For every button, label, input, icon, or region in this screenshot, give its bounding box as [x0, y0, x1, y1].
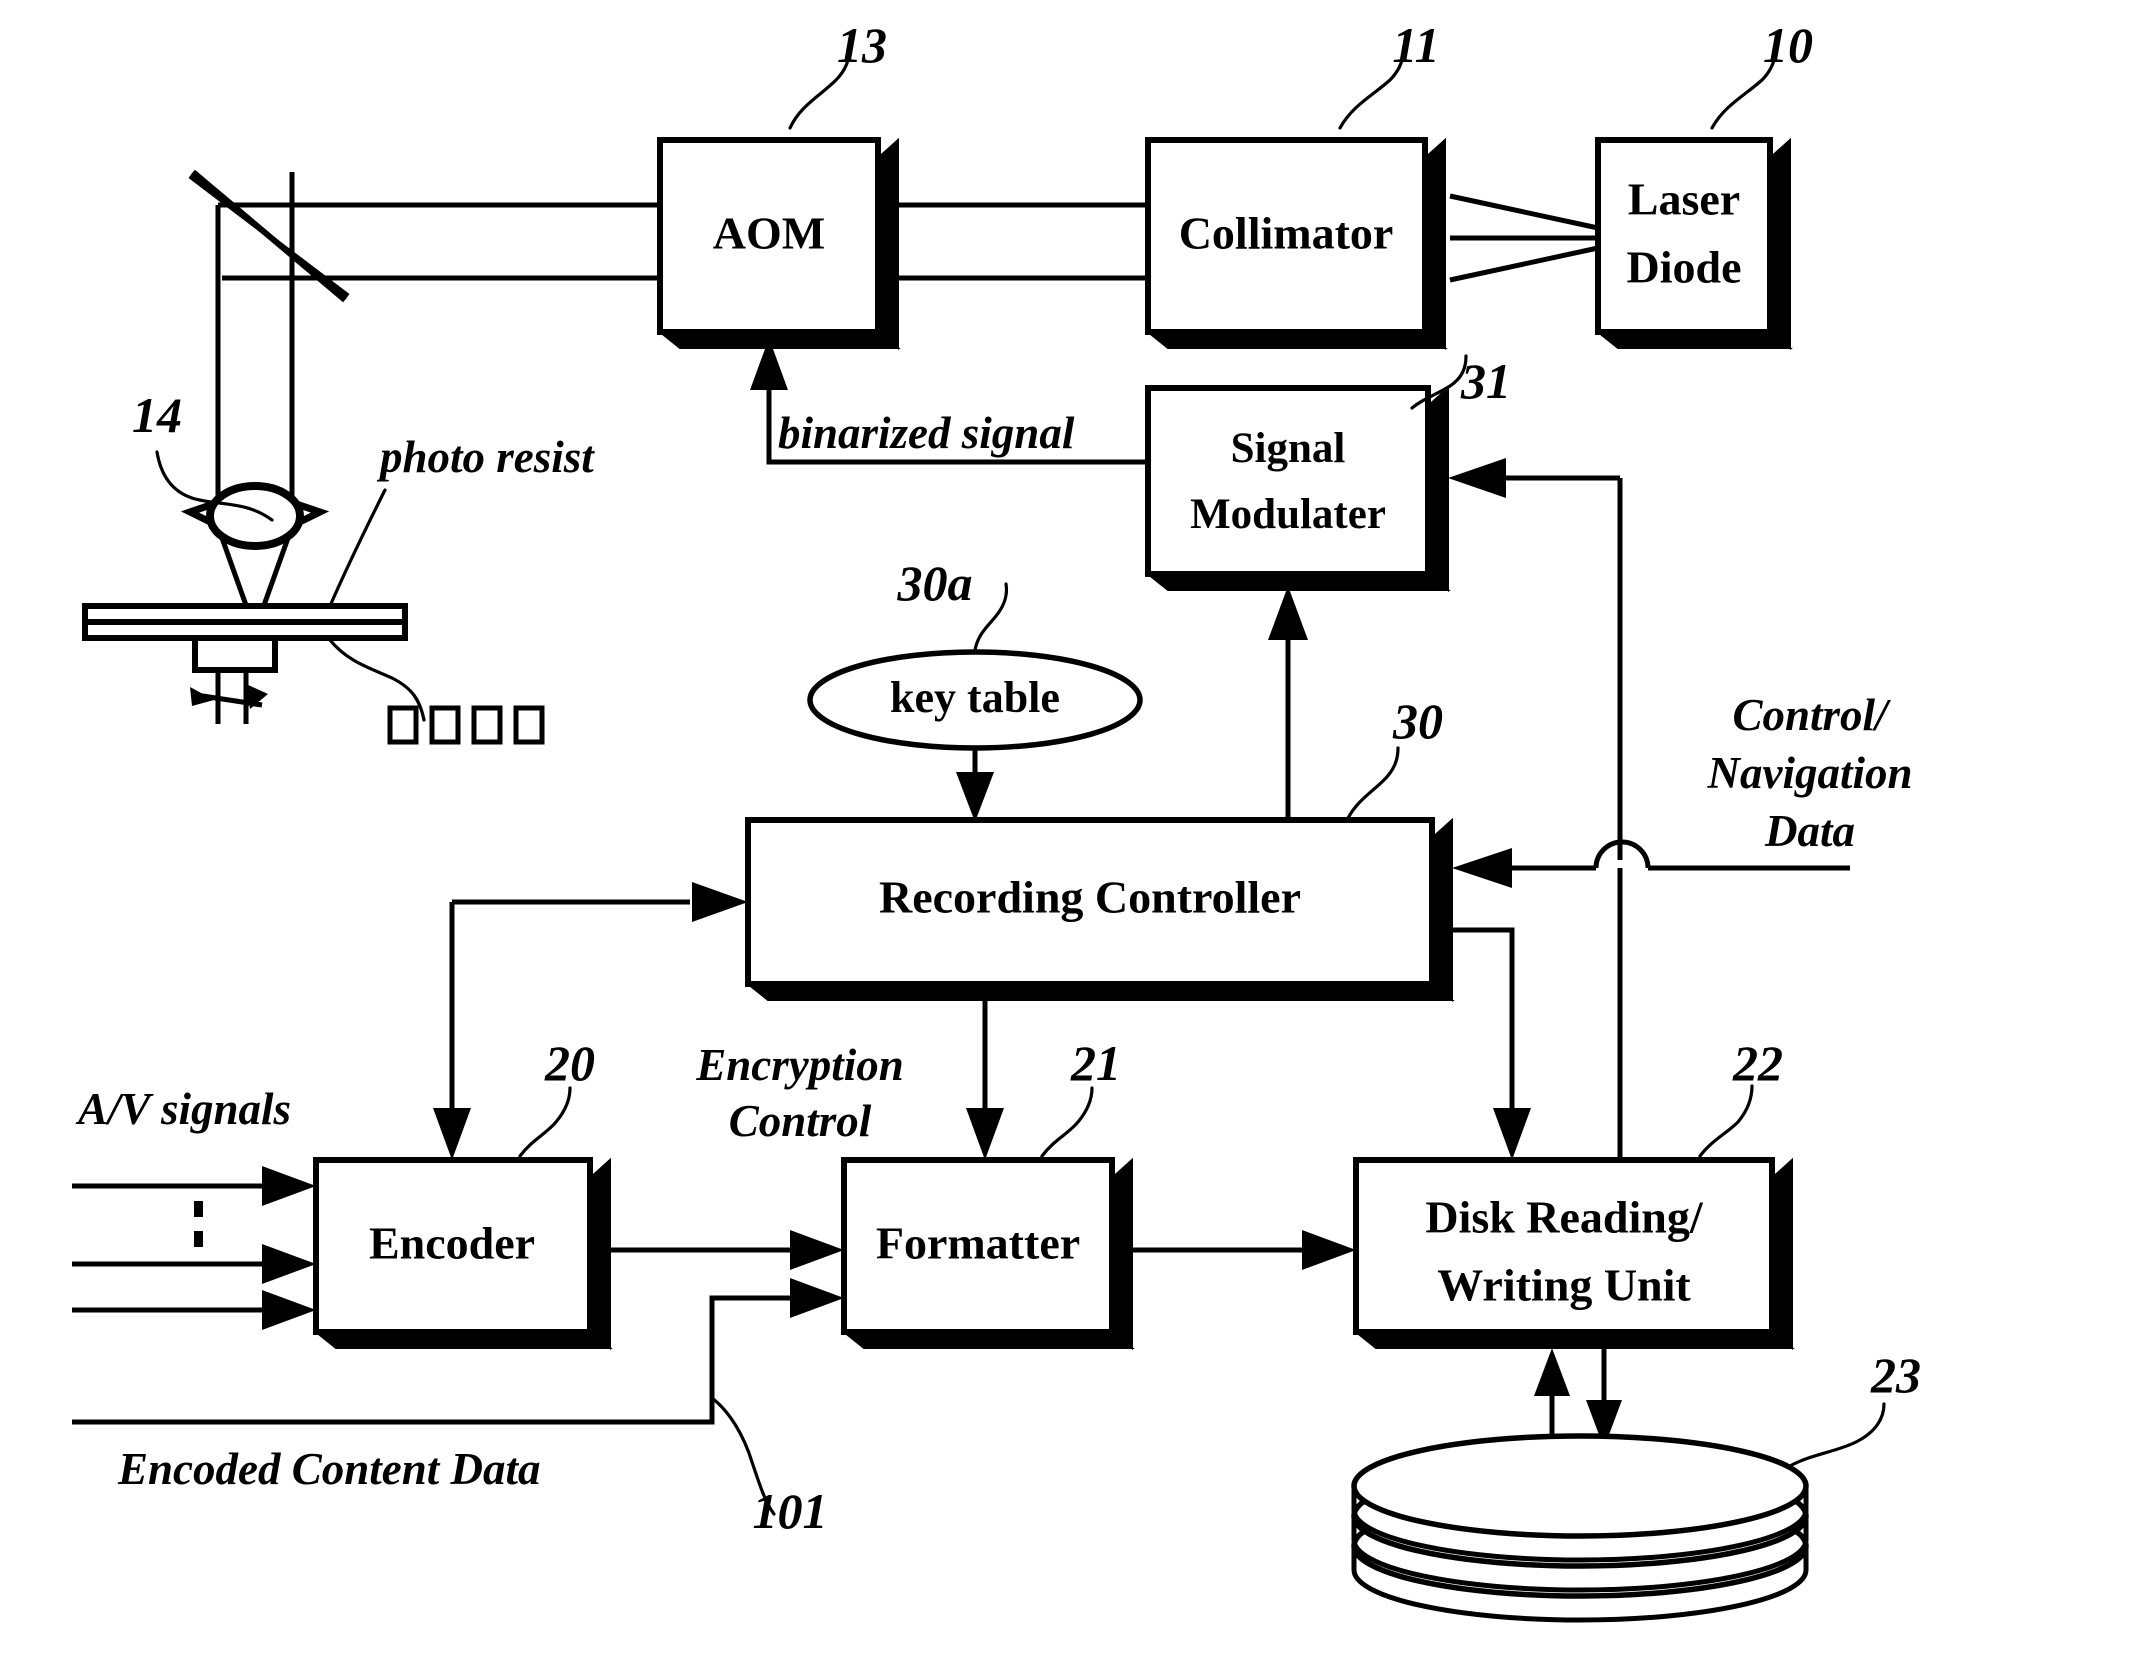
beam-aom-to-collimator — [898, 202, 1148, 281]
aom-label: AOM — [713, 208, 825, 259]
encoder-label: Encoder — [369, 1218, 535, 1269]
ref-101: 101 — [753, 1483, 828, 1539]
block-encoder: Encoder — [313, 1157, 613, 1351]
ref-20: 20 — [544, 1035, 595, 1091]
control-nav-label-line1: Control/ — [1732, 690, 1891, 740]
ref-21-leader — [1040, 1086, 1094, 1158]
arrow-keytable-to-reccontrol — [956, 748, 994, 822]
av-signals-label: A/V signals — [75, 1084, 291, 1134]
disk-unit-label-line2: Writing Unit — [1437, 1260, 1691, 1311]
laser-diode-label-line2: Diode — [1627, 242, 1742, 293]
recorded-pits — [387, 705, 545, 745]
encryption-control-label-line1: Encryption — [695, 1040, 904, 1090]
encoded-content-data-label: Encoded Content Data — [117, 1444, 541, 1494]
signal-modulater-label-line1: Signal — [1231, 425, 1346, 472]
block-aom: AOM — [657, 137, 901, 351]
collimator-label: Collimator — [1179, 208, 1394, 259]
ref-13: 13 — [837, 17, 887, 73]
ref-23-leader — [1788, 1402, 1886, 1468]
disk-stack — [1351, 1433, 1809, 1623]
arrow-control-to-sigmod — [1448, 458, 1623, 860]
block-laser-diode: Laser Diode — [1595, 137, 1793, 351]
ref-30-leader — [1346, 746, 1400, 820]
encryption-control-label-line2: Control — [729, 1096, 872, 1146]
key-table-ellipse: key table — [807, 649, 1143, 751]
control-nav-label-line3: Data — [1764, 806, 1855, 856]
photo-resist-label: photo resist — [376, 432, 595, 482]
ref-22: 22 — [1732, 1035, 1783, 1091]
arrow-branch-to-encoder — [433, 1108, 471, 1160]
diagram-canvas: 14 photo resist AOM 13 Collimator 11 Las… — [72, 17, 1921, 1623]
block-signal-modulater: Signal Modulater — [1145, 385, 1451, 593]
arrow-reccontrol-to-sigmod — [1268, 586, 1308, 818]
ref-21: 21 — [1070, 1035, 1121, 1091]
ref-20-leader — [518, 1086, 572, 1158]
ref-11: 11 — [1392, 17, 1439, 73]
photoresist-substrate — [82, 603, 408, 641]
ref-30a-leader — [973, 582, 1009, 652]
av-input-arrows — [72, 1166, 316, 1330]
diverging-beam — [1449, 193, 1599, 283]
block-recording-controller: Recording Controller — [745, 817, 1455, 1003]
laser-diode-label-line1: Laser — [1628, 174, 1740, 225]
binarized-signal-label: binarized signal — [778, 408, 1075, 458]
disk-unit-label-line1: Disk Reading/ — [1425, 1192, 1704, 1243]
ref-23: 23 — [1870, 1347, 1921, 1403]
photo-resist-leader — [328, 488, 387, 608]
key-table-label: key table — [890, 673, 1060, 722]
beam-mirror-to-aom — [218, 202, 660, 281]
block-formatter: Formatter — [841, 1157, 1135, 1351]
objective-lens — [180, 482, 330, 550]
patent-figure: 14 photo resist AOM 13 Collimator 11 Las… — [0, 0, 2132, 1654]
recording-controller-label: Recording Controller — [879, 872, 1301, 923]
ref-14: 14 — [132, 387, 182, 443]
control-nav-label-line2: Navigation — [1706, 748, 1912, 798]
ref-30a: 30a — [897, 555, 973, 611]
ref-22-leader — [1698, 1084, 1754, 1158]
ref-30: 30 — [1392, 693, 1443, 749]
ref-10: 10 — [1763, 17, 1813, 73]
arrow-encoder-to-formatter — [610, 1230, 844, 1270]
block-disk-unit: Disk Reading/ Writing Unit — [1353, 1157, 1795, 1351]
signal-modulater-label-line2: Modulater — [1190, 491, 1386, 538]
block-collimator: Collimator — [1145, 137, 1448, 351]
formatter-label: Formatter — [876, 1218, 1080, 1269]
arrow-formatter-to-diskunit — [1132, 1230, 1356, 1270]
spindle-assembly — [190, 635, 278, 724]
ref-31: 31 — [1460, 353, 1511, 409]
arrow-encryption-control-to-formatter — [966, 1000, 1004, 1160]
